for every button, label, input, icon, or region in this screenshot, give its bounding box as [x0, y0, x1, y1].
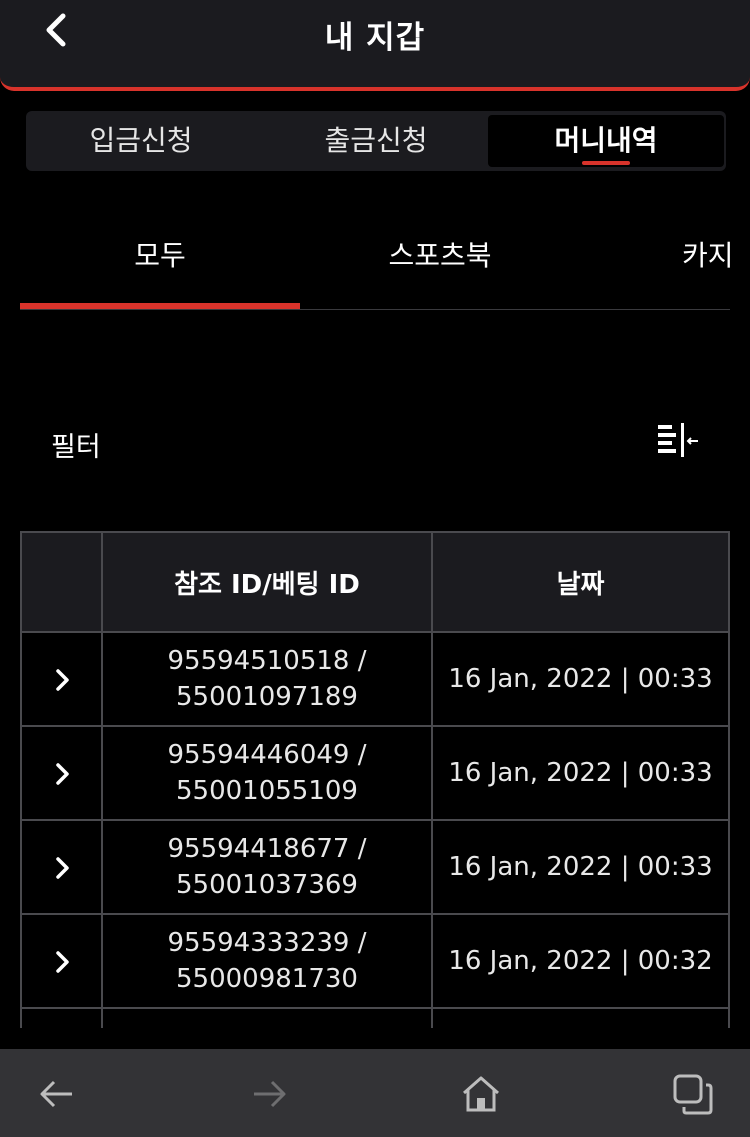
app-header: 내 지갑: [0, 0, 750, 91]
ref-id-cell: 95594510518 / 55001097189: [101, 631, 433, 727]
chevron-right-icon: [55, 762, 69, 785]
date-cell: [431, 1007, 730, 1028]
chevron-right-icon: [55, 668, 69, 691]
column-header-expand: [20, 531, 103, 633]
ref-id: 95594418677 /: [167, 834, 367, 864]
bet-id: 55001055109: [176, 776, 358, 806]
column-header-date: 날짜: [431, 531, 730, 633]
chevron-right-icon: [55, 856, 69, 879]
expand-cell[interactable]: [20, 819, 103, 915]
active-tab-indicator: [20, 303, 300, 309]
date-cell: 16 Jan, 2022 | 00:33: [431, 725, 730, 821]
transactions-table: 참조 ID/베팅 ID 날짜 95594510518 / 55001097189 …: [20, 531, 730, 1028]
browser-nav-bar: [0, 1049, 750, 1137]
tab-label: 출금신청: [324, 124, 428, 157]
filter-toggle-button[interactable]: [656, 422, 700, 460]
column-header-ref-id: 참조 ID/베팅 ID: [101, 531, 433, 633]
ref-id: 95594446049 /: [167, 740, 367, 770]
tab-label: 입금신청: [89, 124, 193, 157]
browser-tabs-button[interactable]: [670, 1071, 716, 1117]
date-cell: 16 Jan, 2022 | 00:33: [431, 631, 730, 727]
table-row[interactable]: 95594510518 / 55001097189 16 Jan, 2022 | …: [20, 631, 730, 727]
table-row[interactable]: 95594269593 /: [20, 1007, 730, 1028]
expand-cell[interactable]: [20, 725, 103, 821]
date-cell: 16 Jan, 2022 | 00:33: [431, 819, 730, 915]
expand-cell[interactable]: [20, 631, 103, 727]
browser-home-button[interactable]: [458, 1071, 504, 1117]
expand-cell[interactable]: [20, 913, 103, 1009]
arrow-back-icon: [40, 1080, 72, 1108]
bet-id: 55000981730: [176, 964, 358, 994]
wallet-segment-tabs: 입금신청 출금신청 머니내역: [26, 111, 726, 171]
filter-label: 필터: [51, 432, 101, 463]
tab-sportsbook[interactable]: 스포츠북: [300, 234, 580, 274]
tab-all[interactable]: 모두: [20, 234, 300, 274]
tab-money-history[interactable]: 머니내역: [488, 115, 724, 167]
date-cell: 16 Jan, 2022 | 00:32: [431, 913, 730, 1009]
tab-withdraw-request[interactable]: 출금신청: [256, 115, 496, 167]
browser-back-button[interactable]: [34, 1071, 80, 1117]
tab-casino[interactable]: 카지: [682, 234, 730, 274]
tabs-divider: [20, 309, 730, 310]
bet-id: 55001037369: [176, 870, 358, 900]
tabs-icon: [673, 1074, 713, 1115]
category-tabs: 모두 스포츠북 카지: [20, 220, 730, 310]
ref-id: 95594510518 /: [167, 646, 367, 676]
ref-id-cell: 95594269593 /: [101, 1007, 433, 1028]
active-tab-indicator: [582, 161, 630, 165]
bet-id: 55001097189: [176, 682, 358, 712]
chevron-right-icon: [55, 950, 69, 973]
arrow-forward-icon: [254, 1080, 286, 1108]
page-title: 내 지갑: [324, 20, 426, 56]
table-row[interactable]: 95594418677 / 55001037369 16 Jan, 2022 | …: [20, 819, 730, 915]
home-icon: [463, 1076, 499, 1112]
table-row[interactable]: 95594446049 / 55001055109 16 Jan, 2022 | …: [20, 725, 730, 821]
table-row[interactable]: 95594333239 / 55000981730 16 Jan, 2022 | …: [20, 913, 730, 1009]
table-header-row: 참조 ID/베팅 ID 날짜: [20, 531, 730, 633]
filter-panel-icon: [658, 423, 698, 457]
tab-deposit-request[interactable]: 입금신청: [26, 115, 256, 167]
expand-cell[interactable]: [20, 1007, 103, 1028]
ref-id-cell: 95594418677 / 55001037369: [101, 819, 433, 915]
browser-forward-button[interactable]: [246, 1071, 292, 1117]
ref-id: 95594333239 /: [167, 928, 367, 958]
tab-label: 머니내역: [554, 124, 658, 157]
ref-id-cell: 95594446049 / 55001055109: [101, 725, 433, 821]
ref-id-cell: 95594333239 / 55000981730: [101, 913, 433, 1009]
